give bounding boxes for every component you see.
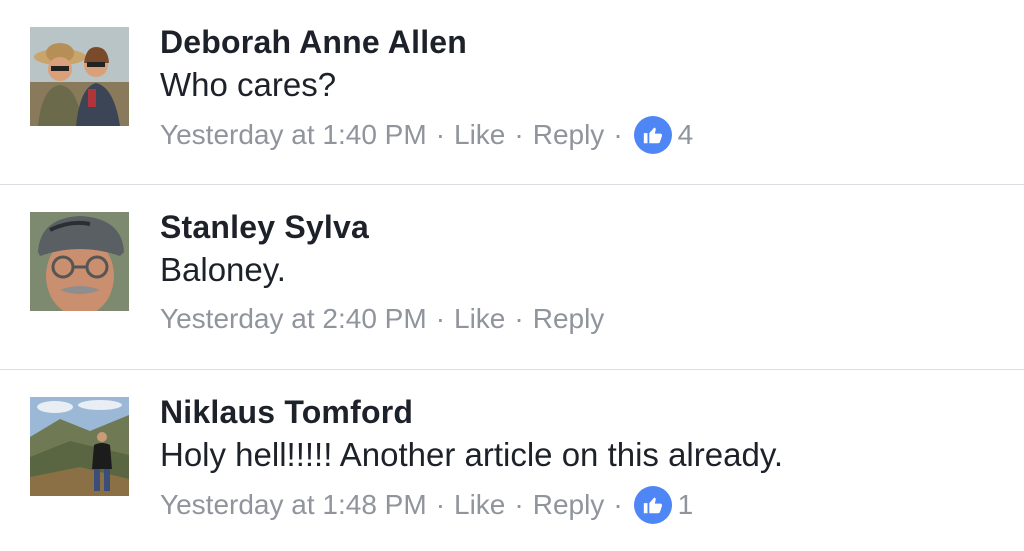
comment-text: Baloney. [160, 251, 286, 288]
thumbs-up-icon[interactable] [633, 116, 672, 154]
like-link[interactable]: Like [454, 301, 505, 337]
like-link[interactable]: Like [454, 487, 505, 523]
separator: · [435, 119, 446, 150]
comment-meta: Yesterday at 1:40 PM · Like · Reply · 4 [160, 116, 1004, 154]
comment-list: Deborah Anne Allen Who cares? Yesterday … [0, 0, 1024, 551]
comment-meta: Yesterday at 1:48 PM · Like · Reply · 1 [160, 486, 1004, 524]
comment-timestamp[interactable]: Yesterday at 1:40 PM [160, 117, 427, 153]
comment-item: Niklaus Tomford Holy hell!!!!! Another a… [0, 370, 1024, 551]
comment-item: Stanley Sylva Baloney. Yesterday at 2:40… [0, 185, 1024, 370]
comment-text: Who cares? [160, 66, 337, 103]
separator: · [514, 119, 524, 150]
separator: · [613, 119, 623, 150]
separator: · [514, 489, 524, 520]
comment-text: Holy hell!!!!! Another article on this a… [160, 436, 784, 473]
reply-link[interactable]: Reply [533, 117, 605, 153]
comment-timestamp[interactable]: Yesterday at 2:40 PM [160, 301, 427, 337]
avatar[interactable] [30, 212, 129, 311]
comment-meta: Yesterday at 2:40 PM · Like · Reply [160, 301, 1004, 337]
avatar[interactable] [30, 397, 129, 496]
avatar-two-women-in-hats-icon [30, 27, 129, 126]
separator: · [613, 489, 623, 520]
separator: · [435, 489, 446, 520]
reaction-count[interactable]: 1 [678, 487, 694, 523]
avatar-man-in-cap-with-glasses-icon [30, 212, 129, 311]
comment-item: Deborah Anne Allen Who cares? Yesterday … [0, 0, 1024, 185]
separator: · [435, 303, 446, 334]
reply-link[interactable]: Reply [533, 301, 605, 337]
avatar-man-on-mountain-icon [30, 397, 129, 496]
separator: · [514, 303, 524, 334]
comment-author-name[interactable]: Stanley Sylva [160, 207, 1004, 247]
thumbs-up-icon[interactable] [633, 486, 672, 524]
reply-link[interactable]: Reply [533, 487, 605, 523]
avatar[interactable] [30, 27, 129, 126]
reaction-count[interactable]: 4 [678, 117, 694, 153]
comment-timestamp[interactable]: Yesterday at 1:48 PM [160, 487, 427, 523]
comment-author-name[interactable]: Deborah Anne Allen [160, 22, 1004, 62]
comment-author-name[interactable]: Niklaus Tomford [160, 392, 1004, 432]
like-link[interactable]: Like [454, 117, 505, 153]
